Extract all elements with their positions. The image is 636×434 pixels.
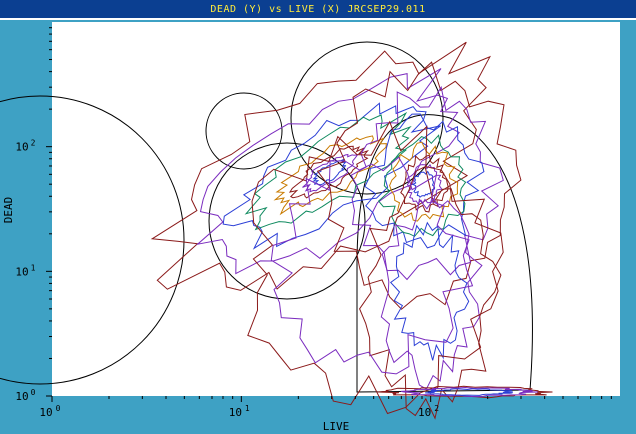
contour-plot: 10 0 10 1 10 210 010 110 2 DEAD LIVE [0, 22, 620, 433]
x-tick-label-exp: 1 [245, 404, 250, 413]
y-tick-label-base: 10 [15, 265, 28, 278]
x-tick-label-base: 10 [39, 406, 52, 419]
x-tick-label-exp: 0 [56, 404, 61, 413]
y-tick-label-exp: 1 [31, 263, 36, 272]
x-tick-label-base: 10 [418, 406, 431, 419]
y-axis-label: DEAD [2, 197, 15, 224]
plot-frame: 10 0 10 1 10 2 10 0 10 1 10 2 DEAD LIVE [0, 20, 636, 434]
y-tick-label-base: 10 [15, 141, 28, 154]
x-tick-label-exp: 2 [434, 404, 439, 413]
x-tick-label-base: 10 [229, 406, 242, 419]
plot-area [52, 22, 620, 396]
y-tick-label-exp: 0 [31, 388, 36, 397]
x-axis-label: LIVE [323, 420, 350, 433]
y-tick-label-exp: 2 [31, 139, 36, 148]
window-title: DEAD (Y) vs LIVE (X) JRCSEP29.011 [210, 4, 426, 15]
title-bar: DEAD (Y) vs LIVE (X) JRCSEP29.011 [0, 0, 636, 20]
y-tick-label-base: 10 [15, 390, 28, 403]
